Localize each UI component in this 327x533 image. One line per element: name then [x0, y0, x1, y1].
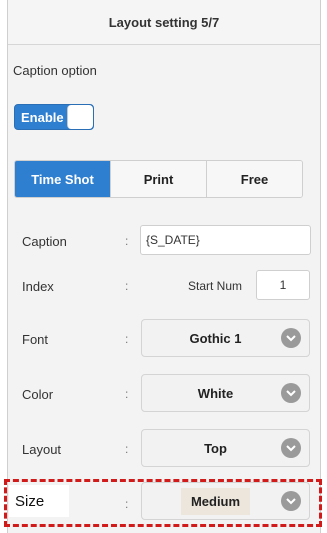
start-num-input[interactable]: 1: [256, 270, 310, 300]
color-row: Color : White: [7, 374, 321, 414]
separator: :: [125, 332, 129, 346]
caption-label: Caption: [22, 233, 67, 249]
page-title: Layout setting 5/7: [8, 0, 320, 45]
layout-row: Layout : Top: [7, 429, 321, 469]
caption-mode-tabs: Time Shot Print Free: [14, 160, 303, 198]
tab-time-shot[interactable]: Time Shot: [15, 161, 110, 197]
caption-row: Caption : {S_DATE}: [7, 221, 321, 261]
chevron-down-icon: [281, 438, 301, 458]
tab-free[interactable]: Free: [206, 161, 302, 197]
layout-label: Layout: [22, 441, 62, 457]
chevron-down-icon: [281, 328, 301, 348]
toggle-knob[interactable]: [67, 105, 93, 129]
index-label: Index: [22, 278, 54, 294]
separator: :: [125, 387, 129, 401]
font-select-value: Gothic 1: [189, 330, 242, 346]
chevron-down-icon: [281, 383, 301, 403]
font-label: Font: [22, 331, 49, 347]
enable-toggle-label: Enable: [21, 109, 64, 125]
font-select[interactable]: Gothic 1: [141, 319, 310, 357]
separator: :: [125, 442, 129, 456]
layout-select-value: Top: [204, 440, 227, 456]
separator: :: [125, 279, 129, 293]
tab-print[interactable]: Print: [110, 161, 206, 197]
color-select[interactable]: White: [141, 374, 310, 412]
highlight-box: [4, 479, 322, 527]
index-row: Index : Start Num 1: [7, 266, 321, 306]
start-num-label: Start Num: [188, 279, 243, 293]
layout-select[interactable]: Top: [141, 429, 310, 467]
font-row: Font : Gothic 1: [7, 319, 321, 359]
caption-option-label: Caption option: [13, 63, 97, 78]
enable-toggle[interactable]: Enable: [14, 104, 94, 130]
color-select-value: White: [197, 385, 234, 401]
caption-input[interactable]: {S_DATE}: [140, 225, 311, 255]
separator: :: [125, 234, 129, 248]
color-label: Color: [22, 386, 54, 402]
